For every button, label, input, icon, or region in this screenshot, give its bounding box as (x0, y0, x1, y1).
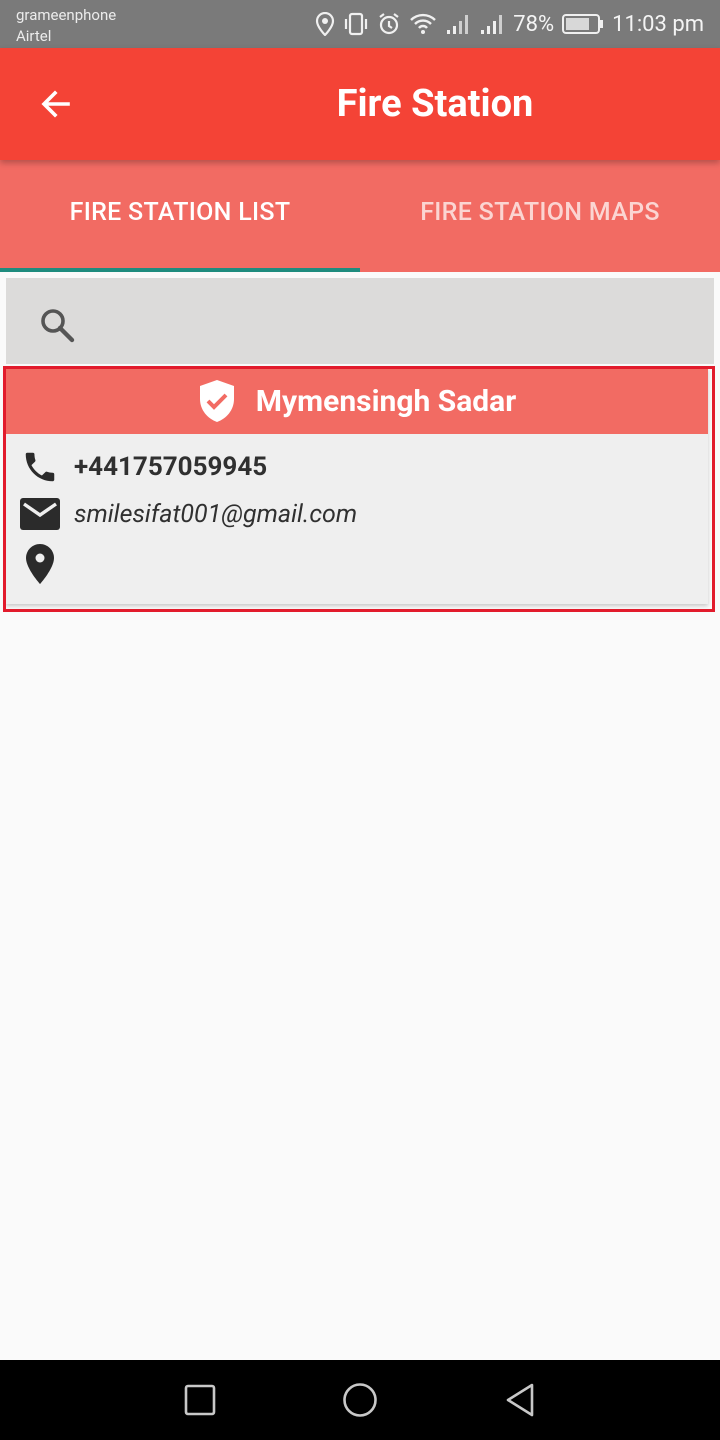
tab-indicator (0, 268, 360, 272)
home-button[interactable] (340, 1380, 380, 1420)
home-circle-icon (343, 1383, 377, 1417)
station-card[interactable]: Mymensingh Sadar +441757059945 smilesifa… (6, 368, 708, 604)
recents-button[interactable] (180, 1380, 220, 1420)
system-nav-bar (0, 1360, 720, 1440)
back-nav-button[interactable] (500, 1380, 540, 1420)
battery-percent: 78% (513, 11, 555, 37)
battery-icon (562, 13, 604, 35)
recents-square-icon (184, 1384, 216, 1416)
station-address-row[interactable] (20, 543, 74, 585)
page-title: Fire Station (336, 82, 534, 126)
vibrate-icon (343, 12, 369, 36)
back-triangle-icon (506, 1383, 534, 1417)
station-phone: +441757059945 (74, 452, 268, 482)
tab-fire-station-list[interactable]: FIRE STATION LIST (0, 160, 360, 272)
station-name: Mymensingh Sadar (255, 383, 517, 419)
email-icon (20, 498, 60, 530)
alarm-icon (377, 12, 401, 36)
carrier-2: Airtel (16, 27, 52, 45)
search-icon[interactable] (38, 306, 76, 348)
signal-icon (445, 12, 471, 36)
signal-icon (479, 12, 505, 36)
tab-fire-station-maps[interactable]: FIRE STATION MAPS (360, 160, 720, 272)
status-bar: grameenphone Airtel 78% 11:03 pm (0, 0, 720, 48)
search-input[interactable] (6, 278, 714, 364)
carrier-1: grameenphone (16, 6, 117, 24)
location-icon (315, 12, 335, 36)
clock: 11:03 pm (612, 11, 704, 37)
status-icons: 78% 11:03 pm (315, 0, 704, 48)
tab-bar: FIRE STATION LIST FIRE STATION MAPS (0, 160, 720, 272)
station-email: smilesifat001@gmail.com (74, 499, 358, 529)
phone-icon (20, 448, 60, 486)
station-card-header: Mymensingh Sadar (6, 368, 708, 434)
location-pin-icon (20, 543, 60, 585)
wifi-icon (409, 12, 437, 36)
carrier-names: grameenphone Airtel (16, 5, 116, 47)
station-email-row[interactable]: smilesifat001@gmail.com (20, 498, 357, 530)
app-bar: Fire Station (0, 48, 720, 160)
shield-check-icon (199, 380, 234, 422)
station-phone-row[interactable]: +441757059945 (20, 448, 267, 486)
